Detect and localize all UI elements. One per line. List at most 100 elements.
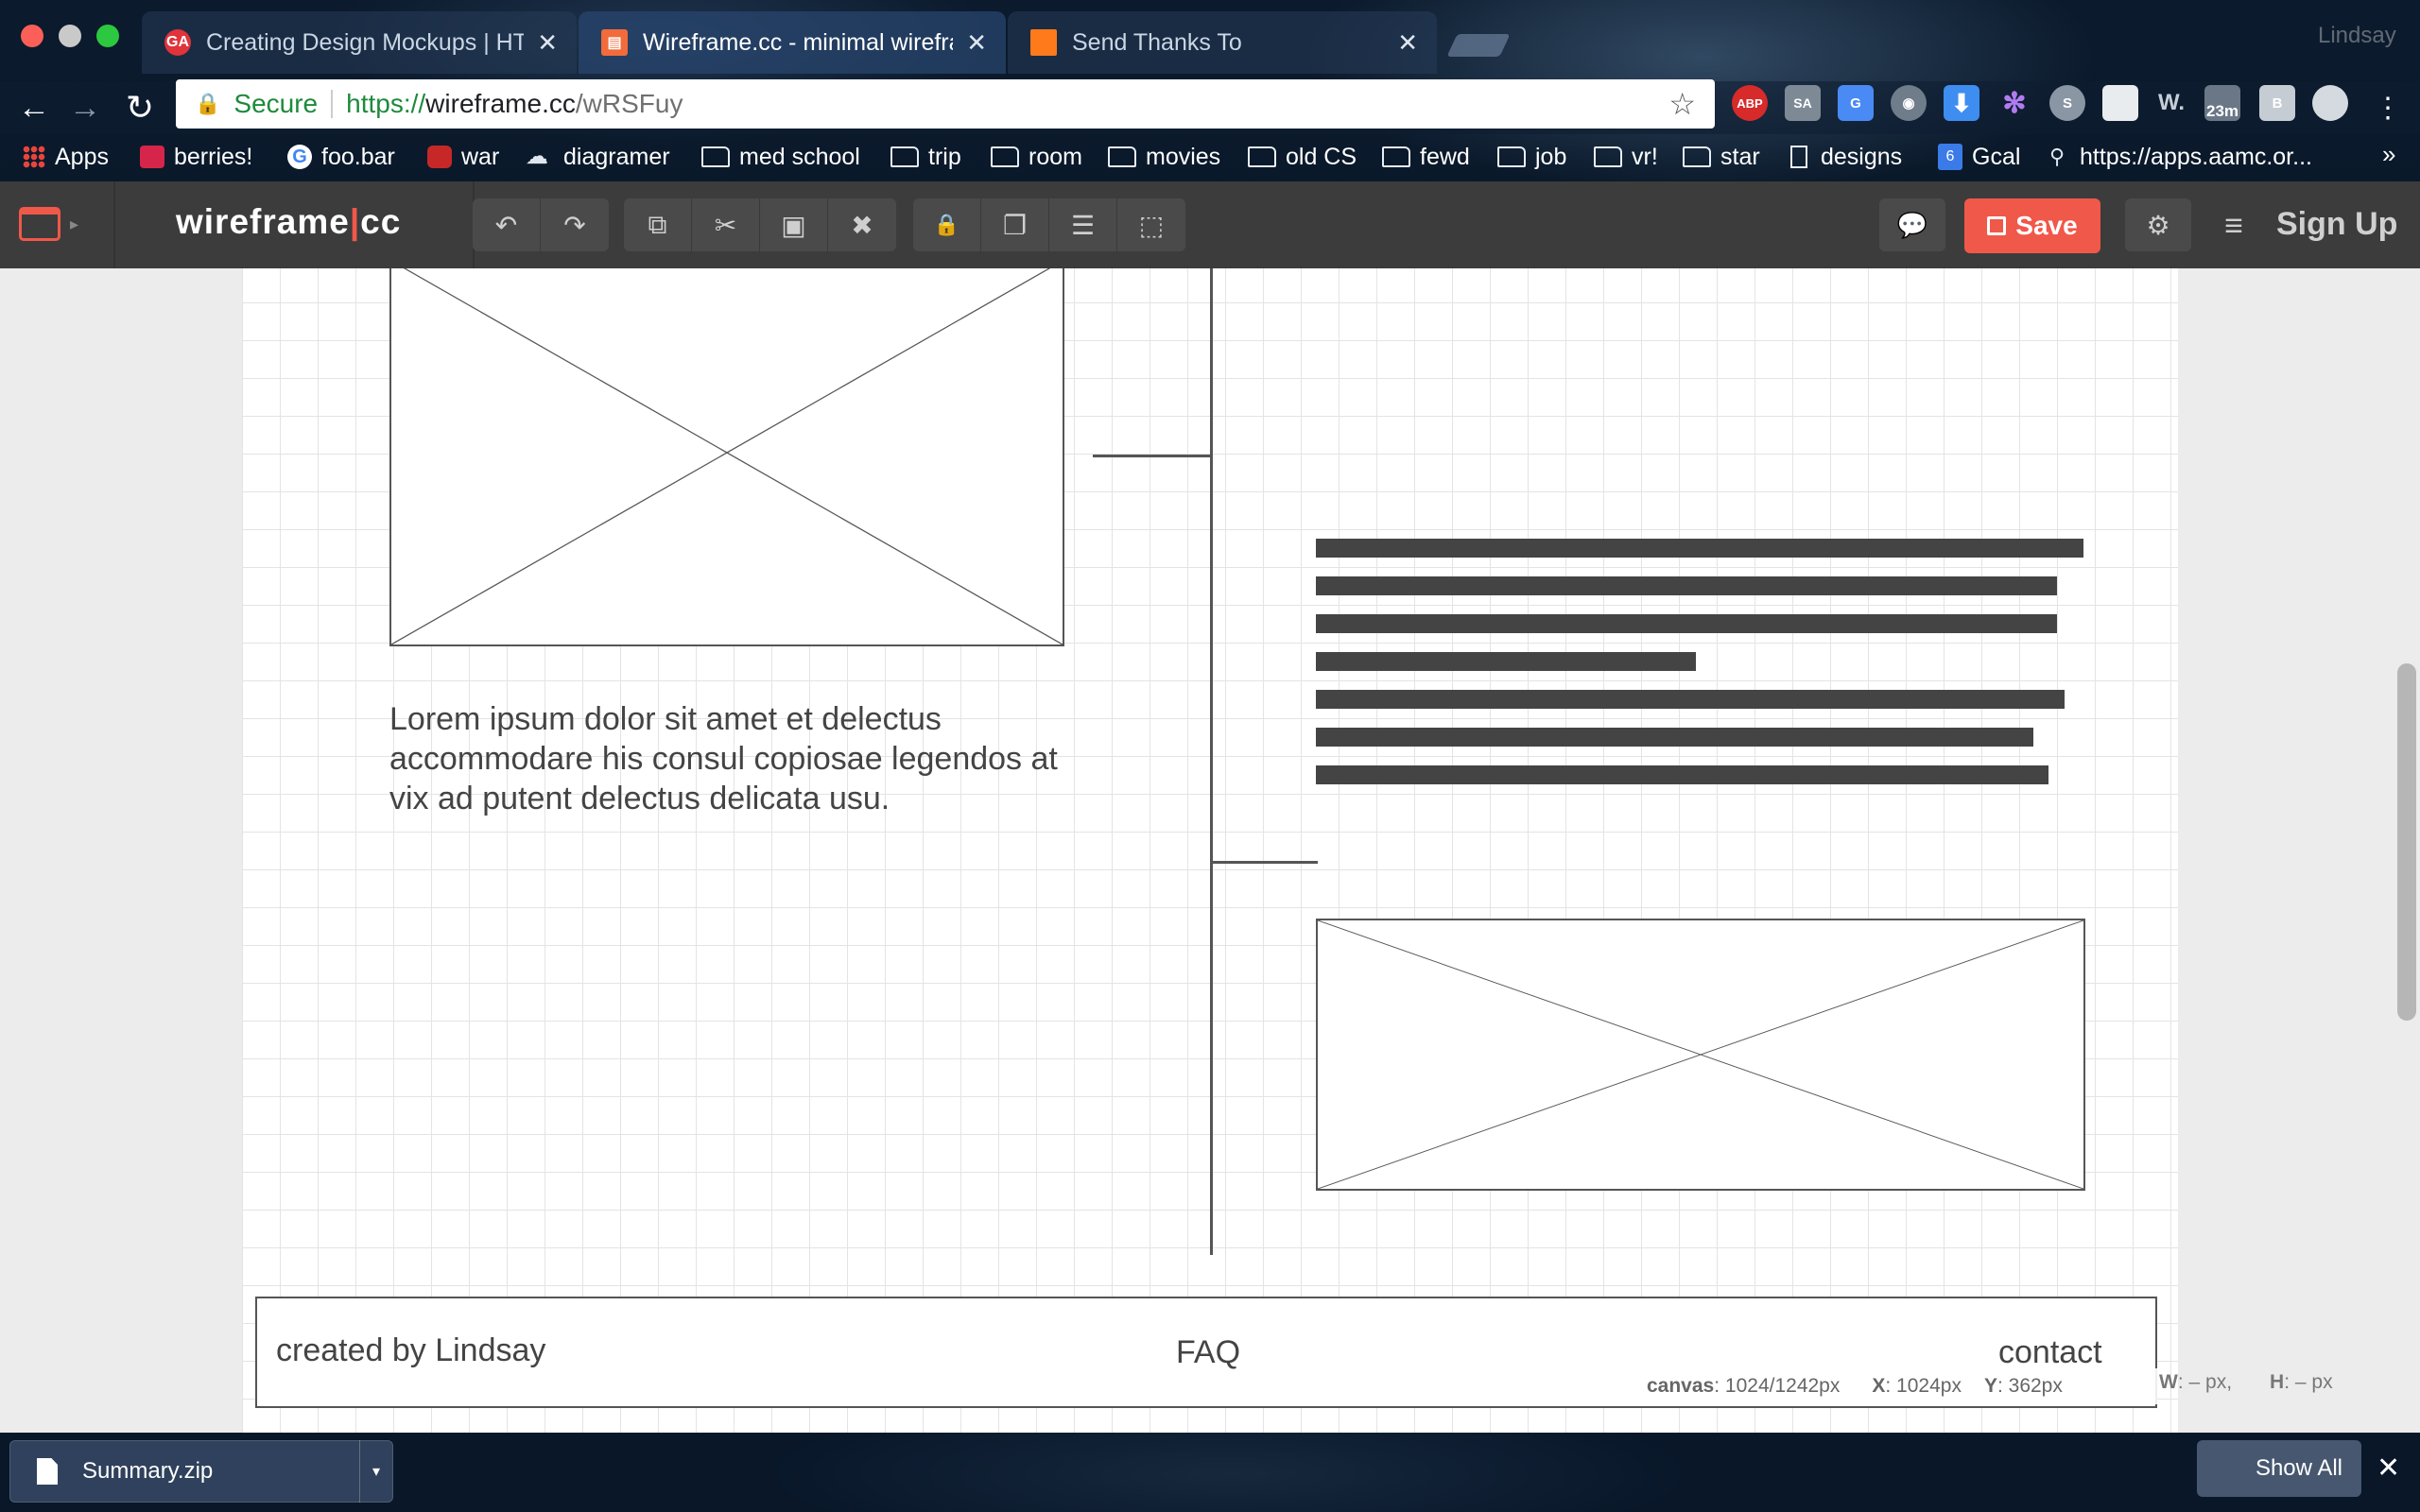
save-label: Save xyxy=(2015,211,2078,240)
profile-name[interactable]: Lindsay xyxy=(2318,23,2396,49)
image-placeholder-left[interactable] xyxy=(389,268,1064,646)
tab-send-thanks[interactable]: Send Thanks To ✕ xyxy=(1008,11,1437,74)
dots-extension-icon[interactable]: ✻ xyxy=(1996,85,2032,121)
bookmark-star[interactable]: star xyxy=(1683,140,1760,174)
vertical-divider-line[interactable] xyxy=(1210,268,1213,1255)
bookmark-job[interactable]: job xyxy=(1497,140,1566,174)
sign-up-button[interactable]: Sign Up xyxy=(2276,206,2397,243)
lock-button[interactable]: 🔒 xyxy=(913,198,981,251)
forward-button[interactable]: → xyxy=(62,85,108,130)
h-label: H xyxy=(2270,1371,2285,1393)
bookmark-fewd[interactable]: fewd xyxy=(1382,140,1470,174)
bookmarks-overflow-icon[interactable]: » xyxy=(2382,140,2395,169)
footer-faq[interactable]: FAQ xyxy=(1176,1334,1240,1371)
delete-button[interactable]: ✖ xyxy=(828,198,896,251)
copy-button[interactable]: ⧉ xyxy=(624,198,692,251)
wireframe-icon: ▤ xyxy=(601,29,628,56)
bookmark-apps[interactable]: Apps xyxy=(23,140,109,174)
w-extension-icon[interactable]: W. xyxy=(2153,85,2189,121)
show-all-button[interactable]: Show All xyxy=(2197,1440,2361,1497)
skype-icon[interactable]: S xyxy=(2049,85,2085,121)
timer-extension-icon[interactable]: 23m xyxy=(2204,85,2240,121)
text-block[interactable] xyxy=(1316,539,2083,784)
footer-created-by[interactable]: created by Lindsay xyxy=(276,1332,545,1369)
text-bar xyxy=(1316,765,2049,784)
bookmark-war[interactable]: war xyxy=(427,140,499,174)
lorem-paragraph[interactable]: Lorem ipsum dolor sit amet et delectus a… xyxy=(389,699,1070,818)
bookmark-berries[interactable]: berries! xyxy=(140,140,252,174)
download-menu-caret[interactable]: ▾ xyxy=(359,1440,392,1503)
close-shelf-icon[interactable]: ✕ xyxy=(2377,1452,2400,1485)
download-extension-icon[interactable]: ⬇ xyxy=(1944,85,1979,121)
address-bar[interactable]: 🔒 Secure https:// wireframe.cc /wRSFuy ☆ xyxy=(176,79,1715,129)
save-button[interactable]: Save xyxy=(1964,198,2100,253)
size-readout: W: – px, H: – px xyxy=(2159,1368,2367,1397)
folder-icon xyxy=(1594,146,1622,167)
connector-line-top[interactable] xyxy=(1093,455,1212,457)
circle-extension-icon[interactable] xyxy=(2312,85,2348,121)
pages-menu-button[interactable]: ▸ xyxy=(19,193,110,255)
google-translate-icon[interactable]: G xyxy=(1838,85,1874,121)
window-close-button[interactable] xyxy=(21,25,43,47)
history-group: ↶ ↷ xyxy=(473,198,609,251)
bookmark-label: med school xyxy=(739,143,860,170)
bookmark-designs[interactable]: designs xyxy=(1790,140,1902,174)
bookmark-star-icon[interactable]: ☆ xyxy=(1668,86,1696,122)
tab-close-icon[interactable]: ✕ xyxy=(537,28,558,58)
scrollbar-thumb[interactable] xyxy=(2397,663,2416,1021)
tab-wireframe-cc[interactable]: ▤ Wireframe.cc - minimal wirefra ✕ xyxy=(579,11,1006,74)
chrome-menu-icon[interactable]: ⋮ xyxy=(2365,85,2411,130)
bookmark-med-school[interactable]: med school xyxy=(701,140,860,174)
hamburger-menu-button[interactable]: ≡ xyxy=(2212,202,2256,249)
arrange-button[interactable]: ❐ xyxy=(981,198,1049,251)
reload-button[interactable]: ↻ xyxy=(117,85,163,130)
app-logo[interactable]: wireframe|cc xyxy=(176,202,401,242)
align-button[interactable]: ☰ xyxy=(1049,198,1117,251)
folder-icon xyxy=(1497,146,1526,167)
bookmark-label: room xyxy=(1028,143,1082,170)
text-bar xyxy=(1316,614,2057,633)
bookmark-label: old CS xyxy=(1286,143,1357,170)
bookmark-room[interactable]: room xyxy=(991,140,1082,174)
align-left-icon: ☰ xyxy=(1070,210,1096,240)
berry-icon xyxy=(140,146,164,168)
secure-label: Secure xyxy=(233,89,319,118)
paste-button[interactable]: ▣ xyxy=(760,198,828,251)
bookmark-gcal[interactable]: 6 Gcal xyxy=(1938,140,2020,174)
adblock-plus-icon[interactable]: ABP xyxy=(1732,85,1768,121)
camera-extension-icon[interactable]: ◉ xyxy=(1891,85,1927,121)
bookmark-diagramer[interactable]: ☁ diagramer xyxy=(526,140,670,174)
b-extension-icon[interactable]: B xyxy=(2259,85,2295,121)
tab-close-icon[interactable]: ✕ xyxy=(1397,28,1418,58)
bookmark-label: vr! xyxy=(1632,143,1658,170)
image-placeholder-right[interactable] xyxy=(1316,919,2085,1191)
settings-button[interactable]: ⚙ xyxy=(2125,198,2191,251)
bookmark-label: Gcal xyxy=(1972,143,2021,170)
wireframe-canvas[interactable]: Lorem ipsum dolor sit amet et delectus a… xyxy=(242,268,2178,1433)
text-bar xyxy=(1316,652,1696,671)
bookmark-aamc[interactable]: ⚲ https://apps.aamc.or... xyxy=(2049,140,2312,174)
bookmark-trip[interactable]: trip xyxy=(890,140,961,174)
window-minimize-button[interactable] xyxy=(59,25,81,47)
tab-close-icon[interactable]: ✕ xyxy=(966,28,987,58)
sa-extension-icon[interactable]: SA xyxy=(1785,85,1821,121)
bookmark-vr[interactable]: vr! xyxy=(1594,140,1658,174)
download-item[interactable]: Summary.zip ▾ xyxy=(9,1440,393,1503)
window-maximize-button[interactable] xyxy=(96,25,119,47)
back-button[interactable]: ← xyxy=(11,85,57,130)
bookmark-foo-bar[interactable]: G foo.bar xyxy=(287,140,395,174)
cut-button[interactable]: ✂ xyxy=(692,198,760,251)
new-tab-button[interactable] xyxy=(1446,34,1511,57)
bookmark-old-cs[interactable]: old CS xyxy=(1248,140,1357,174)
undo-button[interactable]: ↶ xyxy=(473,198,541,251)
text-bar xyxy=(1316,728,2034,747)
footer-contact[interactable]: contact xyxy=(1998,1334,2102,1371)
arrange-group: 🔒 ❐ ☰ ⬚ xyxy=(913,198,1185,251)
comment-button[interactable]: 💬 xyxy=(1879,198,1945,251)
tab-creating-design-mockups[interactable]: GA Creating Design Mockups | HT ✕ xyxy=(142,11,577,74)
blank-extension-icon[interactable] xyxy=(2102,85,2138,121)
connector-line-bottom[interactable] xyxy=(1212,861,1318,864)
redo-button[interactable]: ↷ xyxy=(541,198,609,251)
group-button[interactable]: ⬚ xyxy=(1117,198,1185,251)
bookmark-movies[interactable]: movies xyxy=(1108,140,1220,174)
